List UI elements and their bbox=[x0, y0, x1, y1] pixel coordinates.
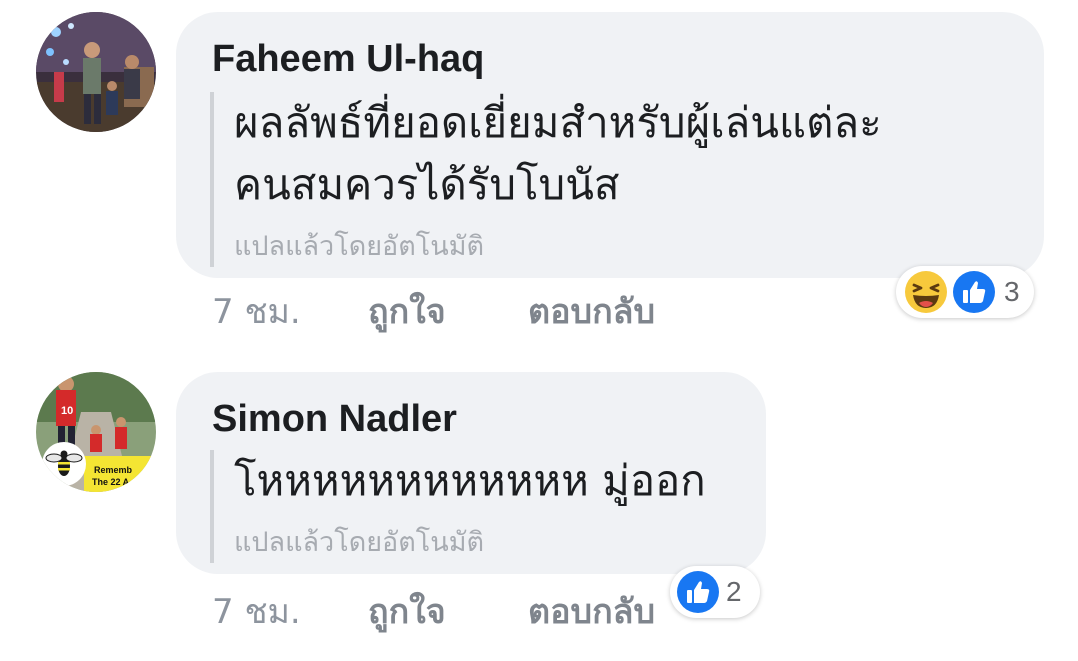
comment-actions: 7 ชม. ถูกใจ ตอบกลับ bbox=[212, 290, 772, 334]
comment-time[interactable]: 7 ชม. bbox=[212, 590, 301, 634]
comment-quote: ผลลัพธ์ที่ยอดเยี่ยมสำหรับผู้เล่นแต่ละ คน… bbox=[210, 92, 882, 267]
comment-bubble: Faheem Ul-haq ผลลัพธ์ที่ยอดเยี่ยมสำหรับผ… bbox=[176, 12, 1044, 278]
like-button[interactable]: ถูกใจ bbox=[368, 590, 446, 634]
avatar[interactable]: 10 Rememb The 22 A bbox=[36, 372, 156, 492]
reaction-count: 3 bbox=[1004, 276, 1020, 307]
like-icon bbox=[676, 570, 720, 614]
author-name[interactable]: Faheem Ul-haq bbox=[212, 38, 484, 81]
author-name[interactable]: Simon Nadler bbox=[212, 398, 457, 441]
comment-text-line-2: คนสมควรได้รับโบนัส bbox=[234, 160, 620, 209]
avatar-text-line-1: Rememb bbox=[94, 465, 133, 475]
like-icon bbox=[952, 270, 996, 314]
reply-button[interactable]: ตอบกลับ bbox=[528, 590, 655, 634]
reaction-summary[interactable]: 2 bbox=[670, 566, 760, 618]
reaction-count: 2 bbox=[726, 576, 742, 607]
avatar[interactable] bbox=[36, 12, 156, 132]
reaction-summary[interactable]: 3 bbox=[896, 266, 1034, 318]
auto-translated-note[interactable]: แปลแล้วโดยอัตโนมัติ bbox=[234, 224, 882, 267]
comment-quote: โหหหหหหหหหหหห มู่ออก แปลแล้วโดยอัตโนมัติ bbox=[210, 450, 706, 563]
avatar-text-line-2: The 22 A bbox=[92, 477, 130, 487]
auto-translated-note[interactable]: แปลแล้วโดยอัตโนมัติ bbox=[234, 520, 706, 563]
svg-text:10: 10 bbox=[61, 405, 73, 417]
like-button[interactable]: ถูกใจ bbox=[368, 290, 446, 334]
haha-icon bbox=[904, 270, 948, 314]
comment-time[interactable]: 7 ชม. bbox=[212, 290, 301, 334]
comment-bubble: Simon Nadler โหหหหหหหหหหหห มู่ออก แปลแล้… bbox=[176, 372, 766, 574]
reply-button[interactable]: ตอบกลับ bbox=[528, 290, 655, 334]
comment-text-line-1: ผลลัพธ์ที่ยอดเยี่ยมสำหรับผู้เล่นแต่ละ bbox=[234, 98, 882, 147]
comment-text-line-1: โหหหหหหหหหหหห มู่ออก bbox=[234, 456, 706, 505]
